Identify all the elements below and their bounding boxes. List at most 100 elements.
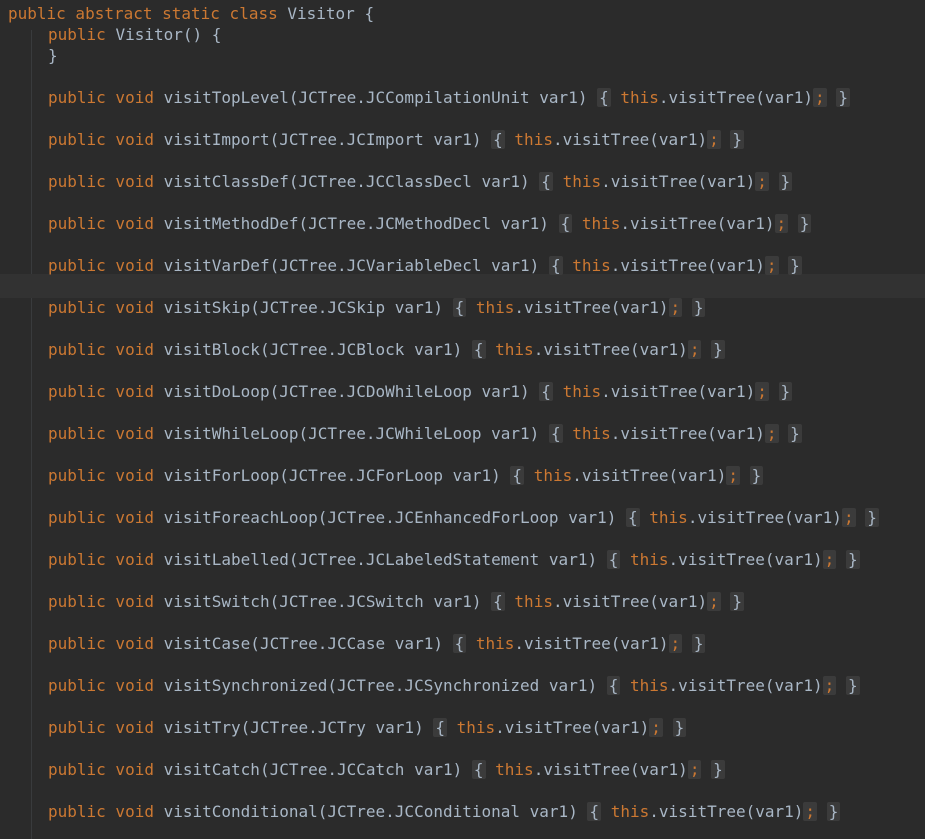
fold-close-brace[interactable]: } bbox=[865, 508, 879, 527]
method-line[interactable]: public void visitForeachLoop(JCTree.JCEn… bbox=[48, 507, 879, 528]
fold-close-brace[interactable]: } bbox=[826, 802, 841, 821]
method-modifiers: public void bbox=[48, 760, 154, 779]
method-modifiers: public void bbox=[48, 634, 154, 653]
method-line[interactable]: public void visitVarDef(JCTree.JCVariabl… bbox=[48, 255, 802, 276]
method-line[interactable]: public void visitSkip(JCTree.JCSkip var1… bbox=[48, 297, 706, 318]
fold-open-brace[interactable]: { bbox=[548, 424, 563, 443]
fold-close-brace[interactable]: } bbox=[691, 298, 706, 317]
visit-tree-call: .visitTree(var1) bbox=[610, 256, 765, 275]
fold-open-brace[interactable]: { bbox=[548, 256, 563, 275]
method-modifiers: public void bbox=[48, 550, 154, 569]
indent-guide bbox=[31, 30, 32, 839]
fold-close-brace[interactable]: } bbox=[788, 424, 802, 443]
method-line[interactable]: public void visitCatch(JCTree.JCCatch va… bbox=[48, 759, 725, 780]
method-line[interactable]: public void visitTopLevel(JCTree.JCCompi… bbox=[48, 87, 850, 108]
class-declaration-line[interactable]: public abstract static class Visitor { bbox=[8, 3, 374, 24]
fold-close-brace[interactable]: } bbox=[797, 214, 812, 233]
method-line[interactable]: public void visitMethodDef(JCTree.JCMeth… bbox=[48, 213, 812, 234]
constructor-line[interactable]: public Visitor() { bbox=[48, 24, 221, 45]
statement-semicolon: ; bbox=[822, 550, 837, 569]
fold-close-brace[interactable]: } bbox=[788, 256, 802, 275]
fold-open-brace[interactable]: { bbox=[597, 88, 611, 107]
fold-open-brace[interactable]: { bbox=[539, 172, 553, 191]
statement-semicolon: ; bbox=[707, 130, 721, 149]
fold-open-brace[interactable]: { bbox=[452, 634, 467, 653]
fold-close-brace[interactable]: } bbox=[778, 382, 793, 401]
method-signature: visitCatch(JCTree.JCCatch var1) bbox=[163, 760, 463, 779]
fold-close-brace[interactable]: } bbox=[730, 592, 744, 611]
fold-open-brace[interactable]: { bbox=[558, 214, 573, 233]
class-name: Visitor bbox=[287, 4, 355, 23]
fold-close-brace[interactable]: } bbox=[778, 172, 793, 191]
code-editor[interactable]: public abstract static class Visitor { p… bbox=[0, 0, 925, 839]
constructor-signature: Visitor() { bbox=[115, 25, 222, 44]
statement-semicolon: ; bbox=[755, 172, 769, 191]
class-open-brace: { bbox=[364, 4, 375, 23]
fold-open-brace[interactable]: { bbox=[539, 382, 553, 401]
method-line[interactable]: public void visitBlock(JCTree.JCBlock va… bbox=[48, 339, 725, 360]
fold-open-brace[interactable]: { bbox=[491, 592, 505, 611]
statement-semicolon: ; bbox=[755, 382, 769, 401]
fold-open-brace[interactable]: { bbox=[433, 718, 447, 737]
fold-close-brace[interactable]: } bbox=[749, 466, 764, 485]
constructor-close-brace: } bbox=[48, 46, 58, 65]
fold-open-brace[interactable]: { bbox=[606, 676, 621, 695]
visit-tree-call: .visitTree(var1) bbox=[514, 298, 669, 317]
fold-open-brace[interactable]: { bbox=[587, 802, 602, 821]
method-line[interactable]: public void visitForLoop(JCTree.JCForLoo… bbox=[48, 465, 764, 486]
fold-open-brace[interactable]: { bbox=[471, 760, 486, 779]
visit-tree-call: .visitTree(var1) bbox=[668, 550, 823, 569]
fold-close-brace[interactable]: } bbox=[711, 760, 725, 779]
fold-close-brace[interactable]: } bbox=[730, 130, 744, 149]
class-modifiers: public abstract static class bbox=[8, 4, 278, 23]
fold-open-brace[interactable]: { bbox=[491, 130, 505, 149]
method-modifiers: public void bbox=[48, 340, 154, 359]
constructor-close-line[interactable]: } bbox=[48, 45, 58, 66]
method-modifiers: public void bbox=[48, 718, 154, 737]
method-line[interactable]: public void visitImport(JCTree.JCImport … bbox=[48, 129, 744, 150]
this-keyword: this bbox=[533, 466, 573, 485]
visit-tree-call: .visitTree(var1) bbox=[514, 634, 669, 653]
method-line[interactable]: public void visitClassDef(JCTree.JCClass… bbox=[48, 171, 793, 192]
this-keyword: this bbox=[562, 382, 602, 401]
statement-semicolon: ; bbox=[803, 802, 818, 821]
visit-tree-call: .visitTree(var1) bbox=[649, 802, 804, 821]
fold-close-brace[interactable]: } bbox=[836, 88, 850, 107]
statement-semicolon: ; bbox=[774, 214, 789, 233]
method-line[interactable]: public void visitLabelled(JCTree.JCLabel… bbox=[48, 549, 860, 570]
method-signature: visitForLoop(JCTree.JCForLoop var1) bbox=[163, 466, 501, 485]
visit-tree-call: .visitTree(var1) bbox=[552, 130, 708, 149]
method-line[interactable]: public void visitConditional(JCTree.JCCo… bbox=[48, 801, 841, 822]
statement-semicolon: ; bbox=[687, 340, 702, 359]
statement-semicolon: ; bbox=[726, 466, 740, 485]
fold-close-brace[interactable]: } bbox=[845, 676, 860, 695]
method-signature: visitConditional(JCTree.JCConditional va… bbox=[163, 802, 578, 821]
fold-close-brace[interactable]: } bbox=[711, 340, 725, 359]
fold-close-brace[interactable]: } bbox=[845, 550, 860, 569]
fold-close-brace[interactable]: } bbox=[691, 634, 706, 653]
statement-semicolon: ; bbox=[841, 508, 856, 527]
fold-open-brace[interactable]: { bbox=[471, 340, 486, 359]
fold-open-brace[interactable]: { bbox=[452, 298, 467, 317]
method-signature: visitImport(JCTree.JCImport var1) bbox=[163, 130, 482, 149]
this-keyword: this bbox=[620, 88, 659, 107]
method-line[interactable]: public void visitSwitch(JCTree.JCSwitch … bbox=[48, 591, 744, 612]
method-line[interactable]: public void visitCase(JCTree.JCCase var1… bbox=[48, 633, 706, 654]
method-modifiers: public void bbox=[48, 172, 154, 191]
this-keyword: this bbox=[572, 256, 611, 275]
this-keyword: this bbox=[514, 130, 553, 149]
statement-semicolon: ; bbox=[687, 760, 702, 779]
fold-open-brace[interactable]: { bbox=[510, 466, 525, 485]
method-line[interactable]: public void visitSynchronized(JCTree.JCS… bbox=[48, 675, 860, 696]
method-line[interactable]: public void visitWhileLoop(JCTree.JCWhil… bbox=[48, 423, 802, 444]
method-modifiers: public void bbox=[48, 256, 154, 275]
method-line[interactable]: public void visitDoLoop(JCTree.JCDoWhile… bbox=[48, 381, 793, 402]
method-signature: visitSynchronized(JCTree.JCSynchronized … bbox=[163, 676, 598, 695]
visit-tree-call: .visitTree(var1) bbox=[610, 424, 765, 443]
method-line[interactable]: public void visitTry(JCTree.JCTry var1) … bbox=[48, 717, 687, 738]
this-keyword: this bbox=[456, 718, 496, 737]
fold-open-brace[interactable]: { bbox=[606, 550, 621, 569]
method-signature: visitTopLevel(JCTree.JCCompilationUnit v… bbox=[163, 88, 588, 107]
fold-open-brace[interactable]: { bbox=[626, 508, 640, 527]
fold-close-brace[interactable]: } bbox=[672, 718, 687, 737]
